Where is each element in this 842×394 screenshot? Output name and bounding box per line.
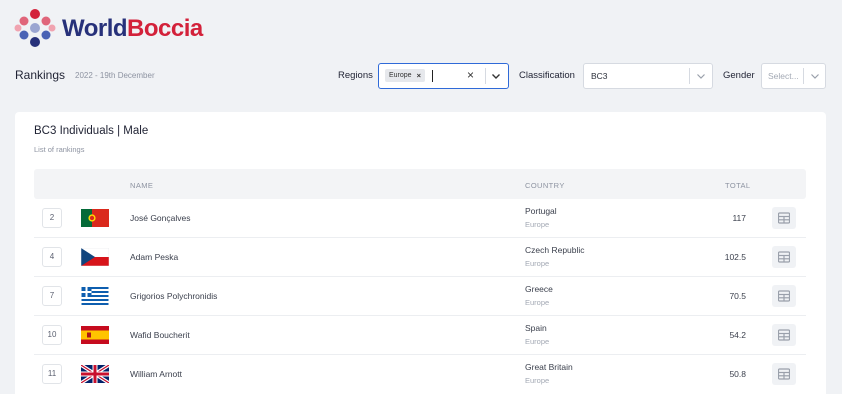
chevron-down-icon[interactable] bbox=[696, 71, 706, 81]
athlete-name[interactable]: Adam Peska bbox=[130, 252, 178, 262]
table-row[interactable]: 2 José Gonçalves Portugal Europe 117 bbox=[34, 199, 806, 238]
divider bbox=[803, 68, 804, 84]
rank-badge: 2 bbox=[42, 208, 62, 228]
chevron-down-icon[interactable] bbox=[810, 71, 820, 81]
divider bbox=[485, 68, 486, 84]
total-score: 54.2 bbox=[729, 330, 746, 340]
total-score: 117 bbox=[732, 213, 746, 223]
page-title: Rankings bbox=[15, 68, 66, 82]
classification-select[interactable]: BC3 bbox=[583, 63, 713, 89]
rank-badge: 11 bbox=[42, 364, 62, 384]
card-title: BC3 Individuals | Male bbox=[34, 125, 149, 137]
country-name: Great Britain bbox=[525, 362, 573, 372]
column-name[interactable]: NAME bbox=[130, 181, 153, 190]
gender-select[interactable]: Select... bbox=[761, 63, 826, 89]
gender-placeholder: Select... bbox=[768, 71, 799, 81]
spain-flag-icon bbox=[81, 326, 109, 344]
ranking-date: 2022 - 19th December bbox=[75, 71, 155, 80]
table-icon bbox=[778, 251, 790, 263]
region-chip-label: Europe bbox=[389, 72, 412, 79]
athlete-name[interactable]: William Arnott bbox=[130, 369, 182, 379]
region-name: Europe bbox=[525, 337, 550, 346]
table-row[interactable]: 10 Wafid Boucherit Spain Europe 54.2 bbox=[34, 316, 806, 355]
greece-flag-icon bbox=[81, 287, 109, 305]
rank-badge: 10 bbox=[42, 325, 62, 345]
region-name: Europe bbox=[525, 376, 550, 385]
table-icon bbox=[778, 290, 790, 302]
table-row[interactable]: 4 Adam Peska Czech Republic Europe 102.5 bbox=[34, 238, 806, 277]
details-button[interactable] bbox=[772, 324, 796, 346]
portugal-flag-icon bbox=[81, 209, 109, 227]
column-country[interactable]: COUNTRY bbox=[525, 181, 565, 190]
column-total[interactable]: TOTAL bbox=[725, 181, 750, 190]
czech-flag-icon bbox=[81, 248, 109, 266]
divider bbox=[689, 68, 690, 84]
table-row[interactable]: 7 Grigorios Polychronidis Greece Europe … bbox=[34, 277, 806, 316]
table-row[interactable]: 11 William Arnott Great Britain Europe 5… bbox=[34, 355, 806, 394]
details-button[interactable] bbox=[772, 207, 796, 229]
athlete-name[interactable]: Grigorios Polychronidis bbox=[130, 291, 217, 301]
total-score: 70.5 bbox=[729, 291, 746, 301]
total-score: 102.5 bbox=[724, 252, 746, 262]
details-button[interactable] bbox=[772, 363, 796, 385]
clear-icon[interactable]: × bbox=[467, 68, 474, 82]
rank-badge: 7 bbox=[42, 286, 62, 306]
athlete-name[interactable]: Wafid Boucherit bbox=[130, 330, 190, 340]
classification-label: Classification bbox=[519, 70, 575, 81]
details-button[interactable] bbox=[772, 285, 796, 307]
regions-label: Regions bbox=[338, 70, 373, 81]
regions-select[interactable]: Europe × × bbox=[378, 63, 509, 89]
region-name: Europe bbox=[525, 298, 550, 307]
classification-value: BC3 bbox=[591, 71, 608, 81]
text-caret bbox=[432, 70, 433, 82]
details-button[interactable] bbox=[772, 246, 796, 268]
rank-badge: 4 bbox=[42, 247, 62, 267]
chevron-down-icon[interactable] bbox=[491, 71, 501, 81]
athlete-name[interactable]: José Gonçalves bbox=[130, 213, 190, 223]
logo-mark-icon bbox=[14, 9, 56, 47]
card-subtitle: List of rankings bbox=[34, 145, 85, 154]
region-name: Europe bbox=[525, 220, 550, 229]
chip-remove-icon[interactable]: × bbox=[417, 69, 421, 82]
region-name: Europe bbox=[525, 259, 550, 268]
worldboccia-logo[interactable]: WorldBoccia bbox=[14, 6, 214, 50]
table-icon bbox=[778, 329, 790, 341]
country-name: Spain bbox=[525, 323, 547, 333]
uk-flag-icon bbox=[81, 365, 109, 383]
rankings-card: BC3 Individuals | Male List of rankings … bbox=[15, 112, 826, 394]
country-name: Portugal bbox=[525, 206, 557, 216]
country-name: Czech Republic bbox=[525, 245, 585, 255]
table-header: NAME COUNTRY TOTAL bbox=[34, 169, 806, 199]
country-name: Greece bbox=[525, 284, 553, 294]
table-icon bbox=[778, 212, 790, 224]
table-icon bbox=[778, 368, 790, 380]
region-chip: Europe × bbox=[385, 69, 425, 82]
gender-label: Gender bbox=[723, 70, 755, 81]
logo-text: WorldBoccia bbox=[62, 15, 203, 42]
total-score: 50.8 bbox=[729, 369, 746, 379]
